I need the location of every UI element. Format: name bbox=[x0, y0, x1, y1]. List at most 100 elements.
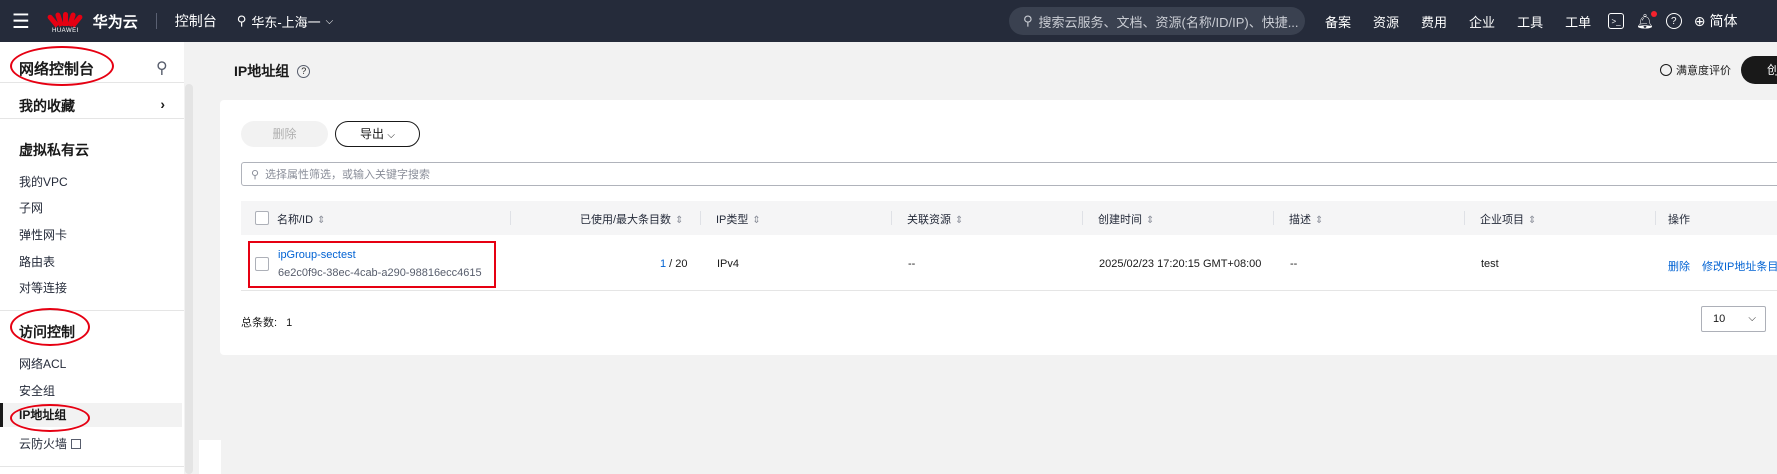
top-icons: >_ 🔔︎ ? ⊕ 简体 bbox=[1608, 0, 1738, 42]
help-icon[interactable]: ? bbox=[1665, 13, 1682, 29]
column-label: IP类型 bbox=[716, 214, 749, 226]
description-cell: -- bbox=[1290, 258, 1298, 270]
cloud-firewall-label: 云防火墙 bbox=[19, 437, 68, 451]
sort-icon[interactable]: ⇕ bbox=[317, 215, 325, 226]
smile-icon bbox=[1660, 64, 1672, 76]
column-project[interactable]: 企业项目 ⇕ bbox=[1480, 211, 1536, 227]
brand-name[interactable]: 华为云 bbox=[93, 11, 138, 32]
sidebar-item-eni[interactable]: 弹性网卡 bbox=[19, 226, 67, 243]
column-created[interactable]: 创建时间 ⇕ bbox=[1098, 211, 1154, 227]
column-separator bbox=[1655, 211, 1656, 225]
sort-icon[interactable]: ⇕ bbox=[1528, 215, 1536, 226]
page-size-value: 10 bbox=[1713, 313, 1726, 325]
sidebar-title: 网络控制台 bbox=[19, 61, 95, 78]
search-icon: ⚲ bbox=[251, 168, 260, 181]
export-button[interactable]: 导出 ⌵ bbox=[335, 121, 420, 147]
sidebar-search-icon[interactable]: ⚲ bbox=[156, 58, 168, 78]
table-header bbox=[241, 201, 1777, 235]
satisfaction-link[interactable]: 满意度评价 bbox=[1660, 62, 1731, 78]
select-all-checkbox[interactable] bbox=[255, 211, 269, 225]
column-label: 创建时间 bbox=[1098, 214, 1142, 226]
sidebar-group-vpc: 虚拟私有云 bbox=[19, 142, 89, 158]
hamburger-icon[interactable]: ☰ bbox=[0, 0, 42, 42]
sort-icon[interactable]: ⇕ bbox=[955, 215, 963, 226]
delete-button[interactable]: 删除 bbox=[241, 121, 328, 147]
divider bbox=[0, 118, 184, 119]
divider bbox=[0, 310, 184, 311]
sidebar-item-subnet[interactable]: 子网 bbox=[19, 199, 43, 216]
favorites-label: 我的收藏 bbox=[19, 98, 75, 114]
column-separator bbox=[1273, 211, 1274, 225]
divider bbox=[0, 82, 184, 83]
top-nav-links: 备案 资源 费用 企业 工具 工单 bbox=[1325, 0, 1591, 42]
sort-icon[interactable]: ⇕ bbox=[1315, 215, 1323, 226]
page-title: IP地址组 ? bbox=[234, 61, 311, 81]
column-resources[interactable]: 关联资源 ⇕ bbox=[907, 211, 963, 227]
total-value: 1 bbox=[286, 317, 293, 329]
annotation-box bbox=[248, 241, 496, 288]
column-label: 关联资源 bbox=[907, 214, 951, 226]
export-label: 导出 bbox=[360, 127, 385, 141]
row-divider bbox=[241, 290, 1777, 291]
sidebar-item-cloud-firewall[interactable]: 云防火墙 bbox=[19, 435, 82, 452]
filter-search-input[interactable]: ⚲ 选择属性筛选，或输入关键字搜索 bbox=[241, 162, 1777, 186]
sidebar-item-security-group[interactable]: 安全组 bbox=[19, 382, 55, 399]
column-ip-type[interactable]: IP类型 ⇕ bbox=[716, 211, 761, 227]
page-size-select[interactable]: 10 ⌵ bbox=[1701, 306, 1766, 332]
terminal-icon[interactable]: >_ bbox=[1608, 13, 1624, 29]
column-separator bbox=[1464, 211, 1465, 225]
row-modify-link[interactable]: 修改IP地址条目 bbox=[1702, 258, 1777, 274]
language-label: 简体 bbox=[1709, 13, 1738, 29]
language-selector[interactable]: ⊕ 简体 bbox=[1694, 11, 1738, 31]
sort-icon[interactable]: ⇕ bbox=[675, 215, 683, 226]
nav-tickets[interactable]: 工单 bbox=[1565, 12, 1591, 31]
sidebar: 网络控制台 ⚲ 我的收藏 › 虚拟私有云 我的VPC 子网 弹性网卡 路由表 对… bbox=[0, 42, 184, 474]
satisfaction-label: 满意度评价 bbox=[1676, 65, 1731, 77]
sidebar-item-network-acl[interactable]: 网络ACL bbox=[19, 355, 66, 372]
column-usage[interactable]: 已使用/最大条目数 ⇕ bbox=[580, 211, 683, 227]
region-label: 华东-上海一 bbox=[251, 14, 321, 30]
logo-text: HUAWEI bbox=[52, 28, 79, 34]
project-cell: test bbox=[1481, 258, 1499, 270]
huawei-logo[interactable]: HUAWEI bbox=[46, 8, 84, 34]
divider bbox=[0, 466, 184, 467]
column-description[interactable]: 描述 ⇕ bbox=[1289, 211, 1323, 227]
column-label: 名称/ID bbox=[277, 214, 314, 226]
sidebar-item-ip-address-group[interactable]: IP地址组 bbox=[0, 403, 182, 427]
nav-filing[interactable]: 备案 bbox=[1325, 12, 1351, 31]
usage-cell: 1 / 20 bbox=[660, 258, 688, 270]
page-title-text: IP地址组 bbox=[234, 63, 290, 79]
row-delete-link[interactable]: 删除 bbox=[1668, 258, 1690, 274]
console-link[interactable]: 控制台 bbox=[175, 11, 217, 31]
region-selector[interactable]: ⚲ 华东-上海一 ⌵ bbox=[237, 12, 333, 31]
chevron-down-icon: ⌵ bbox=[387, 130, 395, 141]
ip-type-cell: IPv4 bbox=[717, 258, 740, 270]
sidebar-item-route-table[interactable]: 路由表 bbox=[19, 253, 55, 270]
divider bbox=[155, 13, 157, 29]
notification-dot bbox=[1650, 10, 1657, 17]
sidebar-scrollbar[interactable] bbox=[185, 84, 193, 474]
global-search-input[interactable]: ⚲ 搜索云服务、文档、资源(名称/ID/IP)、快捷... bbox=[1009, 7, 1305, 35]
sidebar-favorites[interactable]: 我的收藏 › bbox=[19, 96, 165, 116]
nav-tools[interactable]: 工具 bbox=[1517, 12, 1543, 31]
create-button[interactable]: 创 bbox=[1741, 56, 1777, 84]
help-icon[interactable]: ? bbox=[297, 64, 311, 78]
column-name-id[interactable]: 名称/ID ⇕ bbox=[277, 211, 325, 227]
nav-enterprise[interactable]: 企业 bbox=[1469, 12, 1495, 31]
column-label: 已使用/最大条目数 bbox=[580, 214, 672, 226]
sort-icon[interactable]: ⇕ bbox=[752, 215, 760, 226]
collapse-handle[interactable] bbox=[199, 440, 221, 474]
nav-billing[interactable]: 费用 bbox=[1421, 12, 1447, 31]
total-count: 总条数: 1 bbox=[241, 314, 292, 330]
search-placeholder: 搜索云服务、文档、资源(名称/ID/IP)、快捷... bbox=[1038, 14, 1299, 30]
bell-icon[interactable]: 🔔︎ bbox=[1636, 10, 1657, 30]
resources-cell: -- bbox=[908, 258, 916, 270]
nav-resources[interactable]: 资源 bbox=[1373, 12, 1399, 31]
max-count: / 20 bbox=[666, 258, 688, 270]
column-separator bbox=[510, 211, 511, 225]
sidebar-item-peering[interactable]: 对等连接 bbox=[19, 279, 67, 296]
sort-icon[interactable]: ⇕ bbox=[1146, 215, 1154, 226]
column-separator bbox=[891, 211, 892, 225]
sidebar-item-my-vpc[interactable]: 我的VPC bbox=[19, 173, 68, 190]
globe-icon: ⊕ bbox=[1693, 12, 1706, 29]
